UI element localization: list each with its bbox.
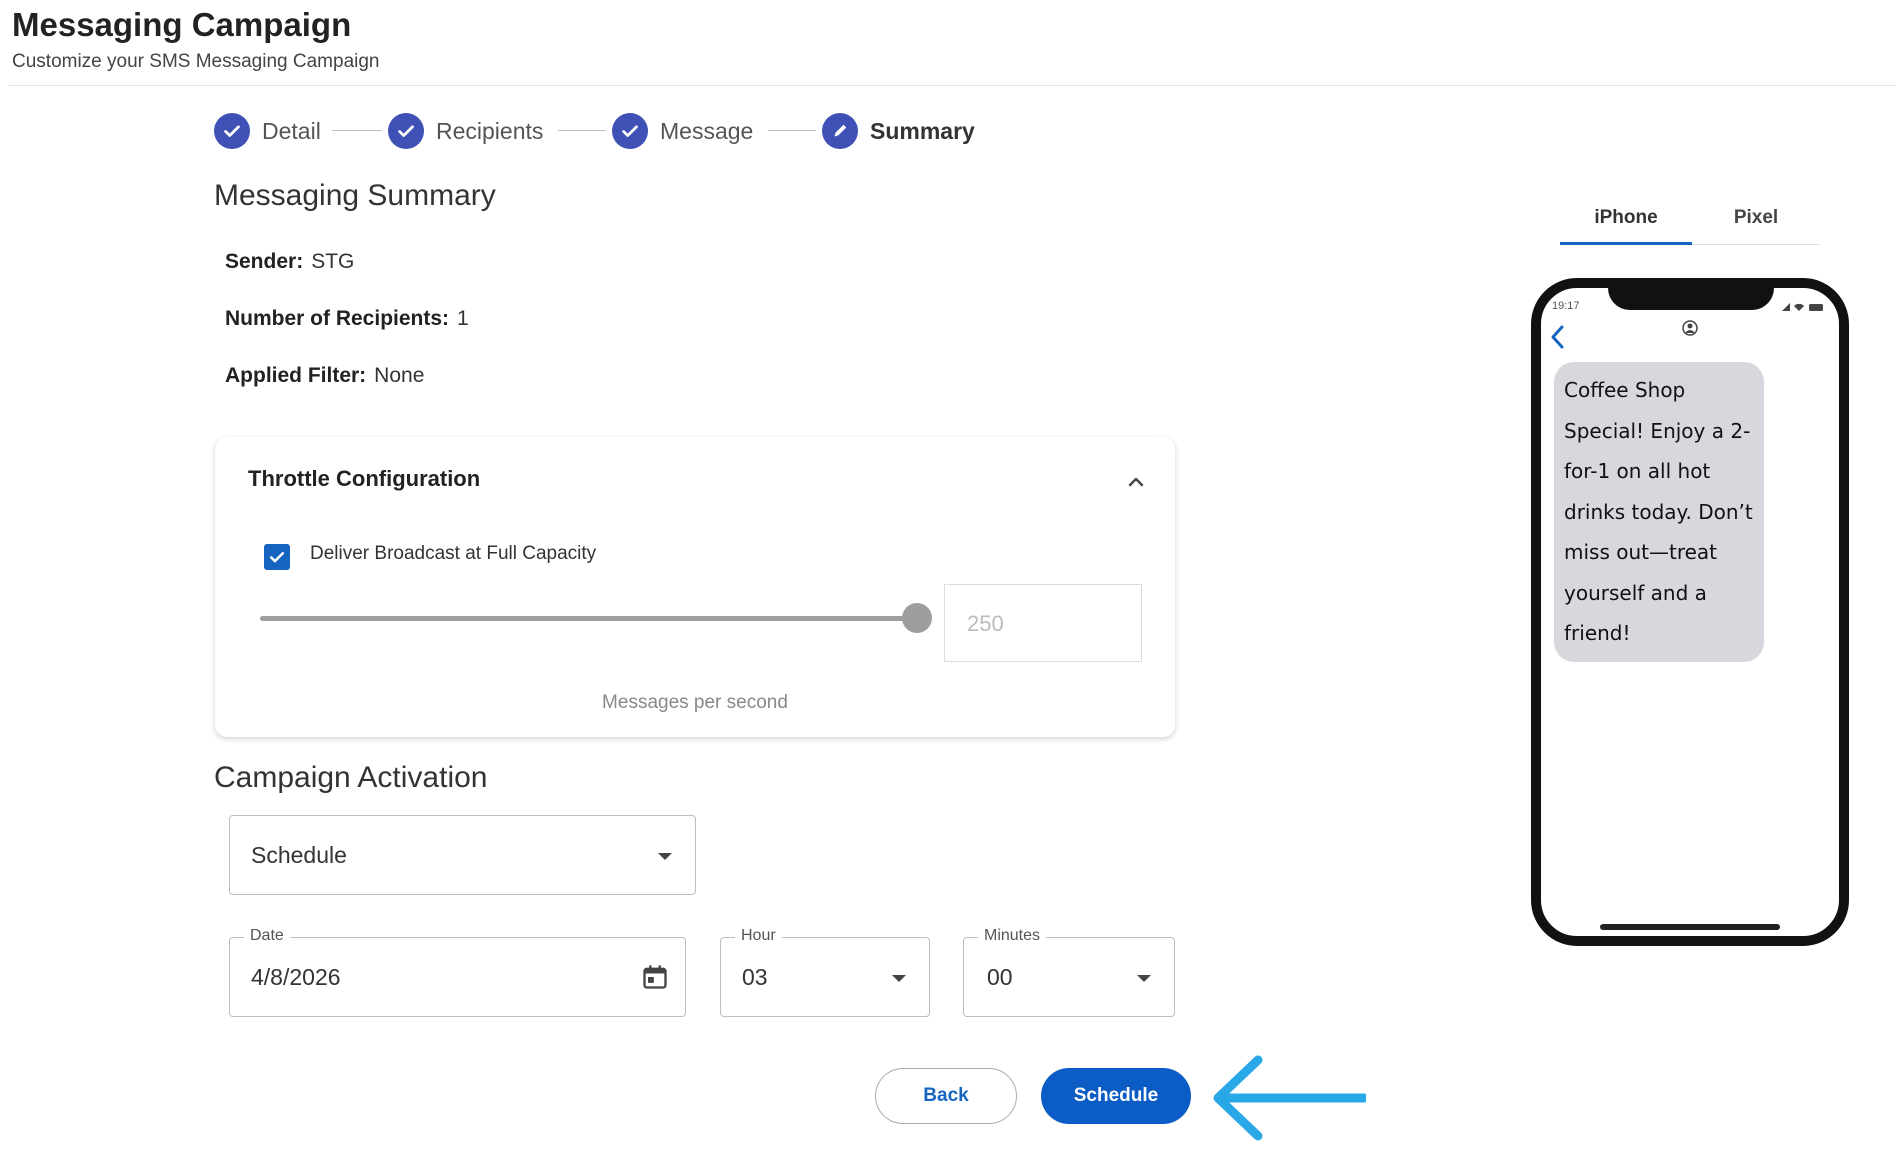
schedule-button[interactable]: Schedule <box>1041 1068 1191 1124</box>
status-time: 19:17 <box>1552 300 1580 312</box>
phone-notch <box>1608 282 1774 310</box>
date-field[interactable]: Date 4/8/2026 <box>229 927 686 1017</box>
activation-mode-value: Schedule <box>251 842 347 868</box>
throttle-title[interactable]: Throttle Configuration <box>248 466 480 492</box>
tab-pixel[interactable]: Pixel <box>1692 190 1820 246</box>
hour-label: Hour <box>735 927 782 945</box>
rate-slider-track[interactable] <box>260 616 917 621</box>
page-subtitle: Customize your SMS Messaging Campaign <box>12 51 380 72</box>
step-message[interactable]: Message <box>612 108 753 154</box>
message-bubble: Coffee Shop Special! Enjoy a 2-for-1 on … <box>1554 362 1764 662</box>
step-label: Message <box>660 117 754 144</box>
phone-home-bar <box>1600 924 1780 930</box>
back-chevron-icon[interactable] <box>1548 324 1568 350</box>
check-circle-icon <box>214 113 250 149</box>
check-circle-icon <box>388 113 424 149</box>
caret-down-icon <box>892 975 906 982</box>
caret-down-icon <box>658 853 672 860</box>
step-detail[interactable]: Detail <box>214 108 321 154</box>
recipients-value: 1 <box>457 307 469 330</box>
active-tab-indicator <box>1560 242 1692 245</box>
back-button[interactable]: Back <box>875 1068 1017 1124</box>
pointer-arrow-icon <box>1213 1055 1366 1141</box>
full-capacity-label[interactable]: Deliver Broadcast at Full Capacity <box>310 543 596 565</box>
date-label: Date <box>244 927 290 945</box>
activation-mode-select[interactable]: Schedule <box>229 815 696 895</box>
calendar-icon[interactable] <box>641 963 669 996</box>
step-summary[interactable]: Summary <box>822 108 975 154</box>
tab-divider <box>1692 244 1820 245</box>
full-capacity-checkbox[interactable] <box>264 544 290 570</box>
page-title: Messaging Campaign <box>12 6 352 43</box>
sender-row: Sender: STG <box>225 250 354 274</box>
minutes-label: Minutes <box>978 927 1047 945</box>
contact-avatar-icon <box>1682 320 1698 336</box>
rate-slider-thumb[interactable] <box>902 603 932 633</box>
sender-value: STG <box>311 250 355 273</box>
caret-down-icon <box>1137 975 1151 982</box>
summary-heading: Messaging Summary <box>214 179 496 212</box>
tab-iphone[interactable]: iPhone <box>1560 190 1692 246</box>
step-label: Summary <box>870 117 975 144</box>
hour-select[interactable]: Hour 03 <box>720 927 930 1017</box>
step-connector <box>558 130 606 131</box>
filter-row: Applied Filter: None <box>225 364 424 388</box>
minutes-value: 00 <box>987 964 1013 990</box>
step-connector <box>332 130 382 131</box>
hour-value: 03 <box>742 964 768 990</box>
step-connector <box>768 130 816 131</box>
date-value: 4/8/2026 <box>251 964 341 990</box>
sender-label: Sender: <box>225 250 304 273</box>
recipients-row: Number of Recipients: 1 <box>225 307 469 331</box>
rate-unit-label: Messages per second <box>602 692 788 713</box>
step-label: Detail <box>262 117 321 144</box>
check-circle-icon <box>612 113 648 149</box>
chevron-up-icon[interactable] <box>1124 470 1148 494</box>
filter-value: None <box>374 364 425 387</box>
pencil-icon <box>822 113 858 149</box>
status-icons <box>1782 303 1823 311</box>
filter-label: Applied Filter: <box>225 364 367 387</box>
minutes-select[interactable]: Minutes 00 <box>963 927 1175 1017</box>
activation-heading: Campaign Activation <box>214 761 488 794</box>
step-recipients[interactable]: Recipients <box>388 108 543 154</box>
step-label: Recipients <box>436 117 544 144</box>
page-header: Messaging Campaign Customize your SMS Me… <box>8 0 1896 86</box>
recipients-label: Number of Recipients: <box>225 307 450 330</box>
rate-input[interactable]: 250 <box>944 584 1142 662</box>
